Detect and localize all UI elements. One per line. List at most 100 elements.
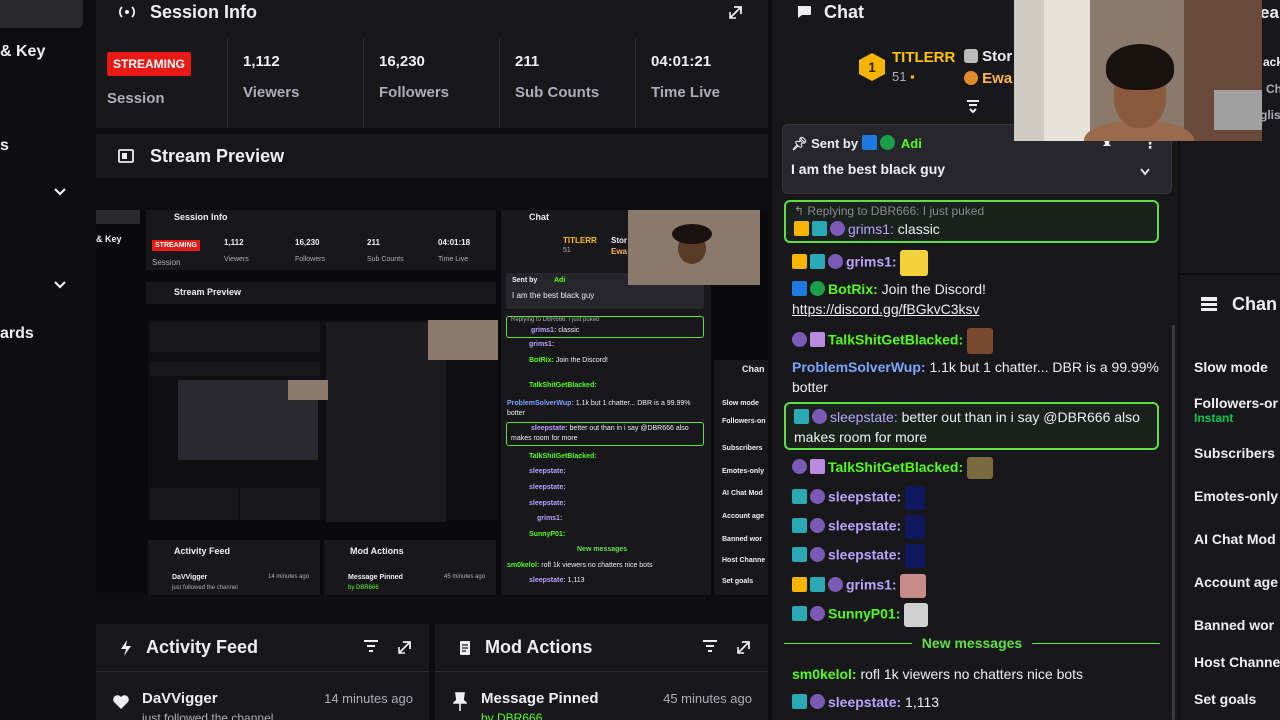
setting-host-channel[interactable]: Host Channe: [1194, 654, 1280, 670]
chevron-down-icon[interactable]: [1139, 167, 1151, 177]
followers-only-value: Instant: [1194, 411, 1234, 425]
chat-text: 1.1k but 1 chatter... DBR is a 99.99%: [929, 359, 1160, 375]
nav-item-rewards[interactable]: ards: [0, 325, 34, 343]
setting-ai-chat-mod[interactable]: AI Chat Mod: [1194, 531, 1276, 547]
chat-message: sleepstate:: [792, 486, 926, 510]
setting-emotes-only[interactable]: Emotes-only: [1194, 488, 1278, 504]
stat-label: Sub Counts: [515, 84, 600, 101]
mini-side-item: Followers-on: [722, 418, 766, 425]
chat-username[interactable]: sleepstate:: [828, 547, 901, 563]
new-messages-label: New messages: [921, 635, 1023, 651]
popout-icon[interactable]: [728, 4, 744, 20]
mod-action-item: Message Pinned by DBR666 45 minutes ago: [435, 684, 768, 720]
webcam-overlay: [1014, 0, 1262, 141]
chat-text-cont: botter: [792, 379, 828, 395]
avatar-badge-icon: [810, 546, 825, 562]
chat-title: Chat: [824, 1, 864, 22]
chat-username[interactable]: sleepstate:: [828, 694, 901, 710]
mini-activity-panel: Activity Feed DaVVigger just followed th…: [148, 540, 320, 595]
stream-preview-title: Stream Preview: [150, 145, 285, 166]
leader-3-name[interactable]: Ewa: [964, 70, 1012, 87]
chat-username[interactable]: sm0kelol:: [792, 666, 857, 682]
chat-username[interactable]: grims1:: [846, 577, 897, 593]
popout-icon[interactable]: [736, 639, 752, 655]
right-top-item: Ch: [1266, 82, 1280, 96]
crown-badge-icon: [792, 576, 807, 592]
channel-settings-icon: [1201, 297, 1217, 311]
filter-icon[interactable]: [702, 639, 718, 653]
lightning-icon: [121, 639, 131, 656]
setting-slow-mode[interactable]: Slow mode: [1194, 359, 1268, 375]
nav-item-stream-key[interactable]: & Key: [0, 43, 45, 61]
emote-pepe-icon: [967, 457, 994, 480]
setting-account-age[interactable]: Account age: [1194, 574, 1278, 590]
highlighted-reply-message[interactable]: ↰ Replying to DBR666: I just puked grims…: [784, 200, 1159, 243]
filter-icon[interactable]: [363, 639, 379, 653]
chat-username[interactable]: sleepstate:: [828, 489, 901, 505]
subscriber-badge-icon: [792, 605, 807, 621]
nav-top-button[interactable]: [0, 0, 83, 28]
chat-username[interactable]: ProblemSolverWup:: [792, 359, 926, 375]
leader-count: 51 ▪: [892, 69, 915, 84]
setting-banned-words[interactable]: Banned wor: [1194, 617, 1274, 633]
nav-item-truncated[interactable]: s: [0, 137, 9, 155]
chat-username[interactable]: TalkShitGetBlacked:: [828, 332, 963, 348]
session-info-title: Session Info: [150, 1, 258, 22]
gift-badge-icon: [810, 331, 825, 347]
mini-leader-trunc: Stor: [611, 236, 627, 245]
chevron-down-icon[interactable]: [52, 277, 68, 293]
chat-username[interactable]: sleepstate:: [828, 518, 901, 534]
chat-message: ProblemSolverWup: 1.1k but 1 chatter... …: [792, 357, 1159, 377]
setting-set-goals[interactable]: Set goals: [1194, 691, 1256, 707]
chat-username[interactable]: SunnyP01:: [828, 606, 900, 622]
chat-username[interactable]: grims1:: [848, 221, 894, 237]
leader-2-name[interactable]: Stor: [964, 48, 1012, 65]
leader-name[interactable]: TITLERR: [892, 49, 955, 66]
chat-text: 1,113: [905, 694, 940, 710]
chat-message: SunnyP01:: [792, 603, 929, 627]
mini-stat-label: Viewers: [224, 256, 249, 263]
setting-followers-only[interactable]: Followers-or: [1194, 395, 1278, 411]
pinned-label: Sent by: [811, 136, 859, 151]
mini-side-item: AI Chat Mod: [722, 490, 763, 497]
subscriber-badge-icon: [792, 694, 807, 709]
chat-message: TalkShitGetBlacked:: [792, 457, 994, 480]
viewers-stat: 1,112 Viewers: [228, 38, 364, 128]
chat-username[interactable]: TalkShitGetBlacked:: [828, 459, 963, 475]
popout-icon[interactable]: [397, 639, 413, 655]
stat-label: Followers: [379, 84, 450, 101]
mini-side-item: Host Channe: [722, 557, 766, 564]
mini-session-panel: Session Info STREAMING Session 1,112 Vie…: [146, 210, 496, 270]
moderator-badge-icon: [861, 135, 877, 150]
right-top-item: ack: [1263, 55, 1280, 69]
new-messages-divider[interactable]: New messages: [784, 634, 1160, 652]
activity-feed-panel: Activity Feed DaVVigger just followed th…: [96, 624, 429, 720]
mini-pinned-label: Sent by: [512, 277, 538, 284]
highlighted-mention-message[interactable]: sleepstate: better out than in i say @DB…: [784, 402, 1159, 450]
avatar-badge-icon: [810, 605, 825, 621]
chat-username[interactable]: BotRix:: [828, 281, 878, 297]
stream-preview-panel: Stream Preview: [96, 134, 768, 178]
pinned-user[interactable]: Adi: [901, 136, 922, 151]
mod-actions-title: Mod Actions: [485, 637, 593, 657]
chat-username[interactable]: grims1:: [846, 254, 897, 270]
chat-scrollbar[interactable]: [1172, 325, 1175, 720]
mod-action-title: Message Pinned: [481, 690, 599, 707]
mini-side-item: Set goals: [722, 578, 754, 585]
mini-stat-value: 16,230: [295, 238, 320, 247]
chevron-down-icon[interactable]: [52, 184, 68, 200]
stream-preview-video[interactable]: & Key Session Info STREAMING Session 1,1…: [96, 210, 768, 595]
setting-subscribers-only[interactable]: Subscribers: [1194, 445, 1275, 461]
mini-stat-label: Followers: [295, 256, 325, 263]
chat-username[interactable]: sleepstate:: [830, 409, 898, 425]
stat-label: Time Live: [651, 84, 720, 101]
mini-stat-value: 211: [367, 238, 380, 247]
expand-leaderboard-icon[interactable]: [965, 98, 981, 114]
mini-msg-text: 1,113: [567, 577, 585, 584]
chat-message: BotRix: Join the Discord!: [792, 279, 986, 299]
mini-mod-title: Mod Actions: [350, 546, 404, 556]
gift-icon: ▪: [910, 69, 915, 84]
mini-recursive-preview: [148, 320, 498, 522]
chat-link[interactable]: https://discord.gg/fBGkvC3ksv: [792, 299, 980, 319]
mod-action-by[interactable]: by DBR666: [481, 711, 542, 720]
